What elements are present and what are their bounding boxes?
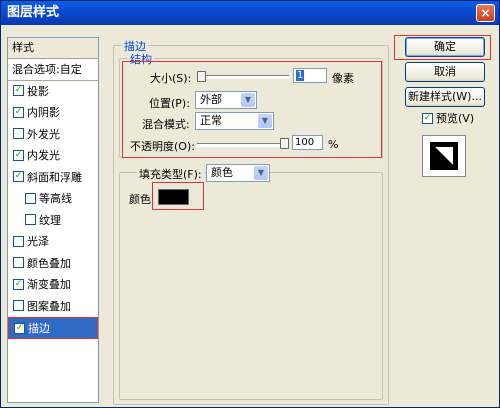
checkbox-icon[interactable]: [13, 257, 24, 268]
fill-type-select[interactable]: 颜色 ▼: [206, 164, 270, 182]
chevron-down-icon[interactable]: ▼: [258, 114, 272, 128]
size-slider-track[interactable]: [197, 75, 289, 79]
styles-list: 样式 混合选项:自定 ✓ 投影 ✓ 内阴影 外发光 ✓ 内发光 ✓ 斜面和浮雕 等高线 纹理 光泽 颜色…: [7, 37, 99, 403]
preview-thumbnail-icon: [430, 142, 458, 170]
position-value: 外部: [200, 93, 222, 106]
checkbox-icon[interactable]: [25, 214, 36, 225]
checkbox-icon[interactable]: [13, 300, 24, 311]
style-item-label: 投影: [27, 84, 49, 98]
checkmark-icon[interactable]: ✓: [14, 322, 25, 334]
position-label: 位置(P):: [149, 97, 190, 110]
style-item[interactable]: ✓ 渐变叠加: [8, 274, 98, 296]
style-item-label: 图案叠加: [27, 299, 71, 313]
style-item[interactable]: ✓ 斜面和浮雕: [8, 167, 98, 189]
blend-mode-label: 混合模式:: [142, 118, 190, 131]
blend-options-item[interactable]: 混合选项:自定: [8, 59, 98, 81]
position-select[interactable]: 外部 ▼: [195, 91, 257, 109]
chevron-down-icon[interactable]: ▼: [254, 166, 268, 180]
style-item[interactable]: 光泽: [8, 231, 98, 253]
style-item-label: 光泽: [27, 235, 49, 248]
style-item-label: 渐变叠加: [27, 278, 71, 291]
checkmark-icon[interactable]: ✓: [13, 106, 24, 118]
size-label: 大小(S):: [150, 72, 192, 85]
new-style-button[interactable]: 新建样式(W)...: [405, 87, 485, 107]
checkmark-icon[interactable]: ✓: [422, 112, 433, 124]
style-item-label: 描边: [28, 322, 50, 335]
color-swatch[interactable]: [158, 189, 189, 205]
checkbox-icon[interactable]: [13, 235, 24, 247]
style-item[interactable]: ✓ 内阴影: [8, 102, 98, 124]
checkbox-icon[interactable]: [13, 128, 24, 139]
style-item[interactable]: 外发光: [8, 124, 98, 146]
cancel-button[interactable]: 取消: [405, 62, 485, 82]
window-title: 图层样式: [7, 5, 60, 20]
opacity-input[interactable]: 100: [292, 135, 323, 150]
title-bar: 图层样式 ×: [1, 1, 499, 25]
style-item[interactable]: ✓ 投影: [8, 81, 98, 103]
style-item-label: 外发光: [27, 127, 60, 141]
size-input[interactable]: 1: [293, 68, 327, 83]
checkmark-icon[interactable]: ✓: [13, 171, 24, 182]
opacity-value: 100: [295, 137, 315, 148]
opacity-label: 不透明度(O):: [130, 140, 195, 153]
style-preview: [422, 135, 466, 177]
style-item-label: 等高线: [39, 192, 72, 205]
checkbox-icon[interactable]: [25, 192, 36, 204]
opacity-slider-thumb[interactable]: [280, 138, 289, 149]
opacity-unit: %: [328, 138, 339, 151]
chevron-down-icon[interactable]: ▼: [241, 93, 255, 107]
opacity-slider-track[interactable]: [197, 143, 289, 147]
blend-mode-value: 正常: [200, 114, 222, 127]
style-item-label: 纹理: [39, 213, 61, 227]
preview-checkbox[interactable]: ✓ 预览(V): [422, 110, 474, 126]
style-item[interactable]: 图案叠加: [8, 296, 98, 318]
style-item-label: 颜色叠加: [27, 256, 71, 270]
ok-button[interactable]: 确定: [405, 37, 485, 57]
style-item[interactable]: 颜色叠加: [8, 253, 98, 275]
preview-label: 预览(V): [436, 112, 475, 125]
style-item[interactable]: 纹理: [8, 210, 98, 232]
blend-mode-select[interactable]: 正常 ▼: [195, 112, 274, 130]
style-item[interactable]: ✓ 内发光: [8, 145, 98, 167]
size-value: 1: [296, 70, 305, 81]
checkmark-icon[interactable]: ✓: [13, 149, 24, 161]
checkmark-icon[interactable]: ✓: [13, 85, 24, 96]
size-unit: 像素: [332, 72, 354, 85]
style-item[interactable]: ✓ 描边: [8, 317, 98, 339]
close-icon[interactable]: ×: [476, 4, 495, 22]
color-label: 颜色: [129, 193, 151, 206]
checkmark-icon[interactable]: ✓: [13, 278, 24, 290]
layer-style-dialog: 图层样式 × 样式 混合选项:自定 ✓ 投影 ✓ 内阴影 外发光 ✓ 内发光 ✓ 斜面和浮雕 等高…: [0, 0, 500, 408]
style-item[interactable]: 等高线: [8, 188, 98, 210]
size-slider-thumb[interactable]: [197, 71, 206, 82]
style-item-label: 内发光: [27, 149, 60, 162]
fill-type-value: 颜色: [211, 166, 233, 179]
style-item-label: 斜面和浮雕: [27, 170, 82, 184]
fill-type-label: 填充类型(F):: [137, 166, 204, 182]
style-item-label: 内阴影: [27, 106, 60, 119]
styles-header[interactable]: 样式: [8, 38, 98, 59]
